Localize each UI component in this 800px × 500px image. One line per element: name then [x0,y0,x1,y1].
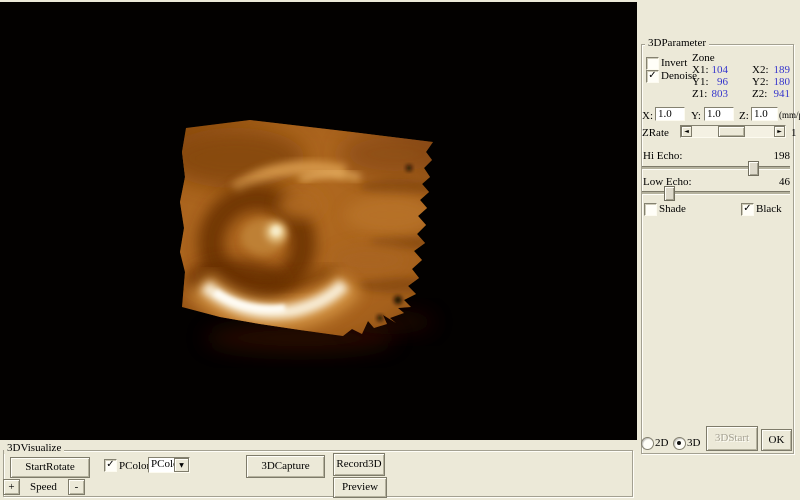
shade-checkbox[interactable]: ✓ [644,203,657,216]
zrate-right-arrow-icon[interactable]: ► [774,126,785,137]
render-viewport[interactable] [0,2,637,440]
ultrasound-3d-image [0,2,637,440]
hi-echo-value: 198 [766,150,790,162]
scale-x-input[interactable] [655,107,685,121]
invert-checkbox[interactable]: ✓ [646,57,659,70]
record-3d-button[interactable]: Record3D [333,453,385,476]
scale-x-label: X: [642,110,653,122]
visualize-group-title: 3DVisualize [4,443,64,454]
pcolor-checkbox[interactable]: ✓ [104,459,117,472]
checkmark-icon: ✓ [648,71,656,80]
zone-x2-label: X2: [752,64,769,76]
start-rotate-button[interactable]: StartRotate [10,457,90,478]
denoise-checkbox[interactable]: ✓ [646,70,659,83]
scale-z-input[interactable] [751,107,778,121]
zrate-slider[interactable]: ◄ ► [680,125,786,138]
shade-label: Shade [659,203,686,215]
low-echo-value: 46 [766,176,790,188]
zone-z1-label: Z1: [692,88,707,100]
scale-z-label: Z: [739,110,749,122]
speed-minus-button[interactable]: - [68,479,85,495]
zone-x1-value: 104 [706,64,728,76]
zrate-label: ZRate [642,127,669,139]
zrate-value: 1 [791,127,797,139]
black-label: Black [756,203,782,215]
invert-label: Invert [661,57,687,69]
low-echo-slider-thumb[interactable] [664,186,675,201]
preview-button[interactable]: Preview [333,477,387,498]
mode-3d-label: 3D [687,437,700,449]
start-3d-button[interactable]: 3DStart [706,426,758,451]
speed-plus-button[interactable]: + [3,479,20,495]
scale-y-label: Y: [691,110,701,122]
ok-button[interactable]: OK [761,429,792,451]
black-checkbox[interactable]: ✓ [741,203,754,216]
scale-y-input[interactable] [704,107,734,121]
zone-x2-value: 189 [768,64,790,76]
parameter-groupbox [641,44,794,454]
dropdown-arrow-icon[interactable]: ▼ [174,458,189,472]
hi-echo-slider-thumb[interactable] [748,161,759,176]
radio-dot-icon [677,441,681,445]
zone-z2-value: 941 [768,88,790,100]
mode-2d-label: 2D [655,437,668,449]
zone-y1-value: 96 [706,76,728,88]
app-window: 3DParameter ✓ Invert ✓ Denoise Zone X1: … [0,0,800,500]
speed-label: Speed [30,481,57,493]
zone-y2-label: Y2: [752,76,769,88]
capture-3d-button[interactable]: 3DCapture [246,455,325,478]
pcolor-checkbox-label: PColor [119,460,150,472]
pcolor-dropdown-value: PColor [149,458,174,472]
checkmark-icon: ✓ [743,204,751,213]
scale-unit-label: (mm/p) [779,109,800,121]
zone-label: Zone [692,52,715,64]
checkmark-icon: ✓ [106,460,114,469]
zone-z2-label: Z2: [752,88,767,100]
zrate-left-arrow-icon[interactable]: ◄ [681,126,692,137]
hi-echo-label: Hi Echo: [643,150,682,162]
hi-echo-slider-track[interactable] [642,166,790,170]
zrate-slider-thumb[interactable] [718,126,745,137]
pcolor-dropdown[interactable]: PColor ▼ [148,457,190,473]
mode-2d-radio[interactable] [641,437,654,450]
zone-y2-value: 180 [768,76,790,88]
zone-z1-value: 803 [706,88,728,100]
parameter-group-title: 3DParameter [645,38,709,49]
mode-3d-radio[interactable] [673,437,686,450]
